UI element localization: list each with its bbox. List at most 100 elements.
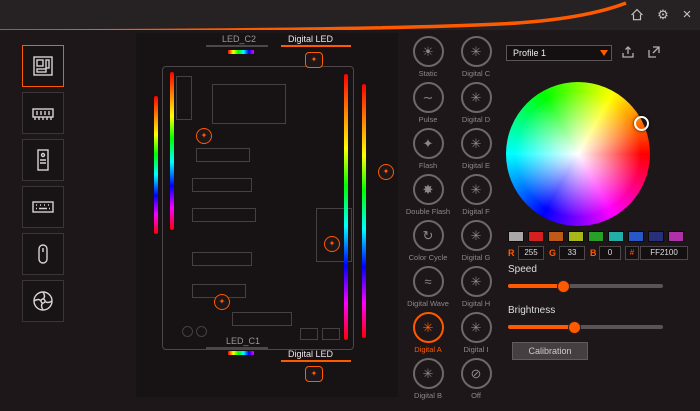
led-zone-marker[interactable]: ✦: [378, 164, 394, 180]
led-zone-marker[interactable]: ✦: [214, 294, 230, 310]
digital-led-top-label[interactable]: Digital LED: [288, 34, 333, 44]
brightness-slider[interactable]: [508, 325, 663, 329]
digital-wave-icon: ≈: [413, 266, 444, 297]
effect-digital-e[interactable]: ✳ Digital E: [452, 128, 500, 174]
calibration-button[interactable]: Calibration: [512, 342, 588, 360]
effect-digital-c[interactable]: ✳ Digital C: [452, 36, 500, 82]
digital-b-icon: ✳: [413, 358, 444, 389]
bottom-header: [300, 328, 318, 340]
sidebar-item-keyboard[interactable]: [22, 186, 64, 228]
io-block: [176, 76, 192, 120]
effect-digital-b[interactable]: ✳ Digital B: [404, 358, 452, 404]
off-icon: ⊘: [461, 358, 492, 389]
effects-grid: ☀ Static ✳ Digital C ∼ Pulse ✳ Digital D…: [404, 36, 500, 404]
brightness-slider-knob[interactable]: [568, 321, 581, 334]
static-icon: ☀: [413, 36, 444, 67]
effect-flash[interactable]: ✦ Flash: [404, 128, 452, 174]
color-swatch[interactable]: [548, 231, 564, 242]
effect-digital-g[interactable]: ✳ Digital G: [452, 220, 500, 266]
speed-slider-knob[interactable]: [557, 280, 570, 293]
color-swatch[interactable]: [588, 231, 604, 242]
bottom-header: [232, 312, 292, 326]
speed-label: Speed: [508, 264, 537, 275]
pcie-slot: [192, 178, 252, 192]
pulse-icon: ∼: [413, 82, 444, 113]
digital-led-bottom-label[interactable]: Digital LED: [288, 349, 333, 359]
rgb-strip-left-outer: [154, 96, 158, 234]
sidebar-item-pc-case[interactable]: [22, 139, 64, 181]
export-profile-icon[interactable]: [620, 44, 638, 62]
rgb-strip-right-outer: [362, 84, 366, 338]
brightness-slider-fill: [508, 325, 573, 329]
sidebar-item-mouse[interactable]: [22, 233, 64, 275]
color-cycle-icon: ↻: [413, 220, 444, 251]
sidebar-item-memory[interactable]: [22, 92, 64, 134]
title-bar: ⚙ ×: [0, 0, 700, 30]
color-swatch[interactable]: [648, 231, 664, 242]
digital-g-icon: ✳: [461, 220, 492, 251]
digital-led-bottom-connector[interactable]: ✦: [305, 366, 323, 382]
effect-digital-h[interactable]: ✳ Digital H: [452, 266, 500, 312]
color-swatch[interactable]: [628, 231, 644, 242]
led-c2-label[interactable]: LED_C2: [222, 34, 256, 44]
led-c1-mini-strip: [228, 351, 254, 355]
g-label: G: [549, 248, 556, 258]
b-value-field[interactable]: 0: [599, 246, 621, 260]
digital-a-icon: ✳: [413, 312, 444, 343]
effect-digital-f[interactable]: ✳ Digital F: [452, 174, 500, 220]
effect-pulse[interactable]: ∼ Pulse: [404, 82, 452, 128]
effect-digital-wave[interactable]: ≈ Digital Wave: [404, 266, 452, 312]
effect-digital-i[interactable]: ✳ Digital I: [452, 312, 500, 358]
sidebar-item-motherboard[interactable]: [22, 45, 64, 87]
r-value-field[interactable]: 255: [518, 246, 544, 260]
color-wheel-selector[interactable]: [634, 116, 649, 131]
digital-led-top-connector[interactable]: ✦: [305, 52, 323, 68]
double-flash-icon: ✸: [413, 174, 444, 205]
color-swatch[interactable]: [608, 231, 624, 242]
led-c1-underline: [206, 347, 268, 349]
mount-hole: [182, 326, 193, 337]
hex-value-field[interactable]: FF2100: [640, 246, 688, 260]
digital-led-top-underline: [281, 45, 351, 47]
pcie-slot: [196, 148, 250, 162]
effect-digital-d[interactable]: ✳ Digital D: [452, 82, 500, 128]
led-zone-marker[interactable]: ✦: [324, 236, 340, 252]
color-wheel[interactable]: [506, 82, 650, 226]
effect-color-cycle[interactable]: ↻ Color Cycle: [404, 220, 452, 266]
keyboard-icon: [31, 195, 55, 219]
speed-slider-fill: [508, 284, 562, 288]
rgb-fusion-window: ⚙ ×: [0, 0, 700, 411]
pcie-slot: [192, 252, 252, 266]
led-c1-label[interactable]: LED_C1: [226, 336, 260, 346]
effect-double-flash[interactable]: ✸ Double Flash: [404, 174, 452, 220]
color-swatch[interactable]: [668, 231, 684, 242]
gear-icon[interactable]: ⚙: [654, 6, 672, 24]
digital-f-icon: ✳: [461, 174, 492, 205]
led-c2-mini-strip: [228, 50, 254, 54]
led-zone-marker[interactable]: ✦: [196, 128, 212, 144]
g-value-field[interactable]: 33: [559, 246, 585, 260]
hex-label: #: [625, 246, 639, 260]
profile-select[interactable]: Profile 1: [506, 45, 612, 61]
speed-slider[interactable]: [508, 284, 663, 288]
close-icon[interactable]: ×: [678, 6, 696, 24]
effect-off[interactable]: ⊘ Off: [452, 358, 500, 404]
bottom-header: [322, 328, 340, 340]
pcie-slot: [192, 208, 256, 222]
home-icon[interactable]: [628, 6, 646, 24]
color-swatch[interactable]: [528, 231, 544, 242]
import-profile-icon[interactable]: [646, 44, 664, 62]
memory-icon: [31, 101, 55, 125]
sidebar-item-cooler[interactable]: [22, 280, 64, 322]
color-swatch[interactable]: [568, 231, 584, 242]
pc-case-icon: [31, 148, 55, 172]
preset-swatches: [508, 231, 684, 242]
brightness-label: Brightness: [508, 305, 555, 316]
effect-digital-a[interactable]: ✳ Digital A: [404, 312, 452, 358]
flash-icon: ✦: [413, 128, 444, 159]
digital-h-icon: ✳: [461, 266, 492, 297]
digital-e-icon: ✳: [461, 128, 492, 159]
color-swatch[interactable]: [508, 231, 524, 242]
effect-static[interactable]: ☀ Static: [404, 36, 452, 82]
motherboard-icon: [31, 54, 55, 78]
